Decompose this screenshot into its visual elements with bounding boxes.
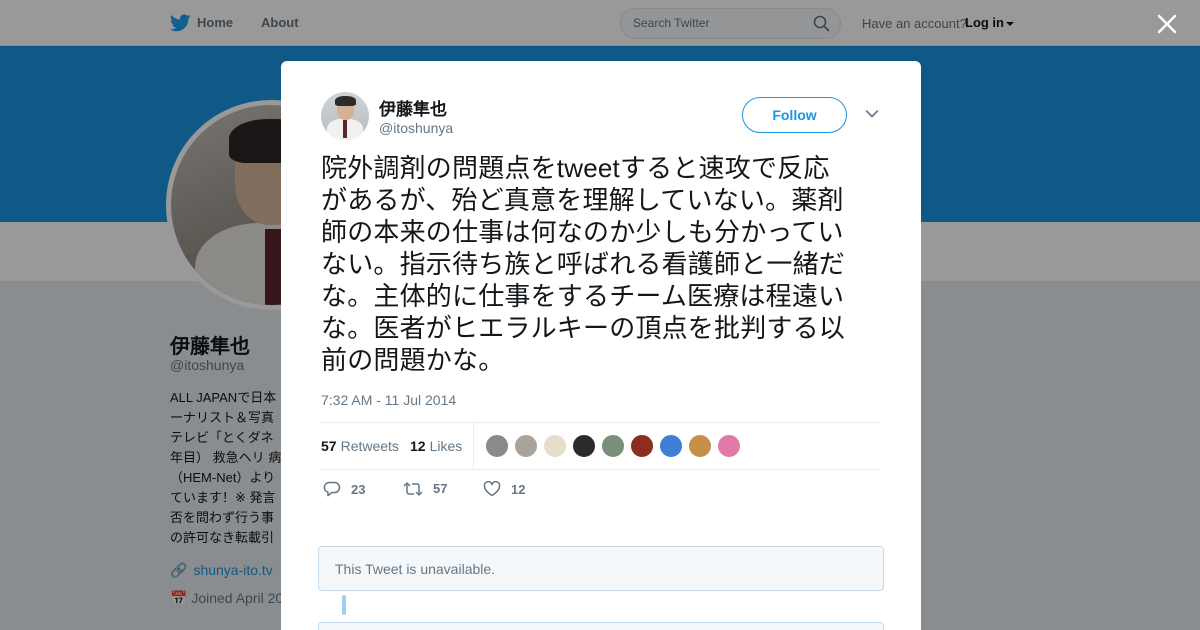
retweets-stat[interactable]: 57 Retweets	[321, 438, 399, 454]
author-name[interactable]: 伊藤隼也	[379, 95, 447, 120]
thread-line	[342, 595, 346, 615]
tweet-actions: 23 57 12	[321, 481, 721, 501]
close-icon[interactable]	[1155, 12, 1179, 36]
liker-avatar[interactable]	[717, 434, 741, 458]
reply-count[interactable]: 23	[351, 482, 365, 497]
tweet-text-line: 前の問題かな。	[321, 345, 505, 375]
next-tweet-card[interactable]	[318, 622, 884, 630]
retweet-icon[interactable]	[403, 481, 423, 496]
reply-action[interactable]: 23	[323, 481, 365, 497]
liker-avatar[interactable]	[514, 434, 538, 458]
tweet-text-line: な。医者がヒエラルキーの頂点を批判する以	[321, 313, 846, 343]
follow-button[interactable]: Follow	[742, 97, 847, 133]
quoted-tweet-unavailable: This Tweet is unavailable.	[318, 546, 884, 591]
liker-avatar[interactable]	[572, 434, 596, 458]
tweet-text-line: 院外調剤の問題点をtweetすると速攻で反応	[321, 153, 830, 183]
heart-icon[interactable]	[483, 481, 501, 497]
liker-avatar[interactable]	[601, 434, 625, 458]
tweet-text-line: な。主体的に仕事をするチーム医療は程遠い	[321, 281, 845, 311]
tweet-text: 院外調剤の問題点をtweetすると速攻で反応 があるが、殆ど真意を理解していない…	[321, 152, 886, 376]
chevron-down-icon[interactable]	[865, 109, 879, 119]
reply-icon[interactable]	[323, 481, 341, 497]
tweet-stats: 57 Retweets 12 Likes	[321, 422, 881, 470]
liker-avatar[interactable]	[485, 434, 509, 458]
retweets-label[interactable]: Retweets	[341, 438, 399, 454]
tweet-text-line: があるが、殆ど真意を理解していない。薬剤	[321, 185, 844, 215]
tweet-text-line: 師の本来の仕事は何なのか少しも分かってい	[321, 217, 844, 247]
likes-label[interactable]: Likes	[430, 438, 463, 454]
tweet-text-line: ない。指示待ち族と呼ばれる看護師と一緒だ	[321, 249, 846, 279]
tweet-modal: 伊藤隼也 @itoshunya Follow 院外調剤の問題点をtweetすると…	[281, 61, 921, 630]
liker-avatar[interactable]	[630, 434, 654, 458]
likes-count[interactable]: 12	[410, 438, 426, 454]
like-action[interactable]: 12	[483, 481, 525, 497]
stats-divider	[473, 423, 474, 469]
tweet-timestamp[interactable]: 7:32 AM - 11 Jul 2014	[321, 392, 456, 408]
avatar-hair-shape	[335, 96, 356, 106]
likes-stat[interactable]: 12 Likes	[410, 438, 462, 454]
retweet-count[interactable]: 57	[433, 481, 447, 496]
retweets-count[interactable]: 57	[321, 438, 337, 454]
liker-avatar[interactable]	[659, 434, 683, 458]
retweet-action[interactable]: 57	[403, 481, 447, 496]
author-avatar[interactable]	[321, 92, 369, 140]
like-count[interactable]: 12	[511, 482, 525, 497]
liker-avatar[interactable]	[543, 434, 567, 458]
liker-avatar[interactable]	[688, 434, 712, 458]
author-handle[interactable]: @itoshunya	[379, 120, 453, 136]
avatar-tie-shape	[343, 120, 347, 138]
